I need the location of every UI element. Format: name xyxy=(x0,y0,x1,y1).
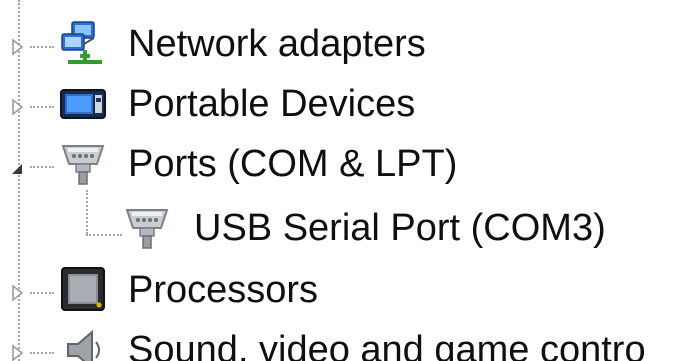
expand-arrow-icon[interactable] xyxy=(6,36,28,58)
portable-device-icon xyxy=(58,78,108,128)
tree-item-sound-video-game[interactable]: Sound, video and game contro xyxy=(0,322,696,361)
expand-arrow-icon[interactable] xyxy=(6,342,28,361)
expand-arrow-icon[interactable] xyxy=(6,96,28,118)
expand-arrow-icon[interactable] xyxy=(6,282,28,304)
processor-icon xyxy=(58,264,108,314)
port-connector-icon xyxy=(58,138,108,188)
tree-item-label: Portable Devices xyxy=(128,83,416,125)
tree-item-label: Processors xyxy=(128,269,319,311)
tree-item-label: USB Serial Port (COM3) xyxy=(194,207,606,249)
tree-item-processors[interactable]: Processors xyxy=(0,262,696,318)
port-connector-icon xyxy=(122,202,172,252)
collapse-arrow-icon[interactable] xyxy=(6,158,28,180)
device-tree: Network adapters Portable Devices Ports … xyxy=(0,0,696,361)
tree-item-label: Ports (COM & LPT) xyxy=(128,143,458,185)
tree-item-usb-serial-port[interactable]: USB Serial Port (COM3) xyxy=(0,200,696,256)
speaker-icon xyxy=(60,324,110,361)
tree-item-ports[interactable]: Ports (COM & LPT) xyxy=(0,136,696,192)
network-adapter-icon xyxy=(58,18,108,68)
tree-item-label: Sound, video and game contro xyxy=(128,329,646,361)
tree-item-label: Network adapters xyxy=(128,23,426,65)
tree-item-network-adapters[interactable]: Network adapters xyxy=(0,16,696,72)
tree-item-portable-devices[interactable]: Portable Devices xyxy=(0,76,696,132)
